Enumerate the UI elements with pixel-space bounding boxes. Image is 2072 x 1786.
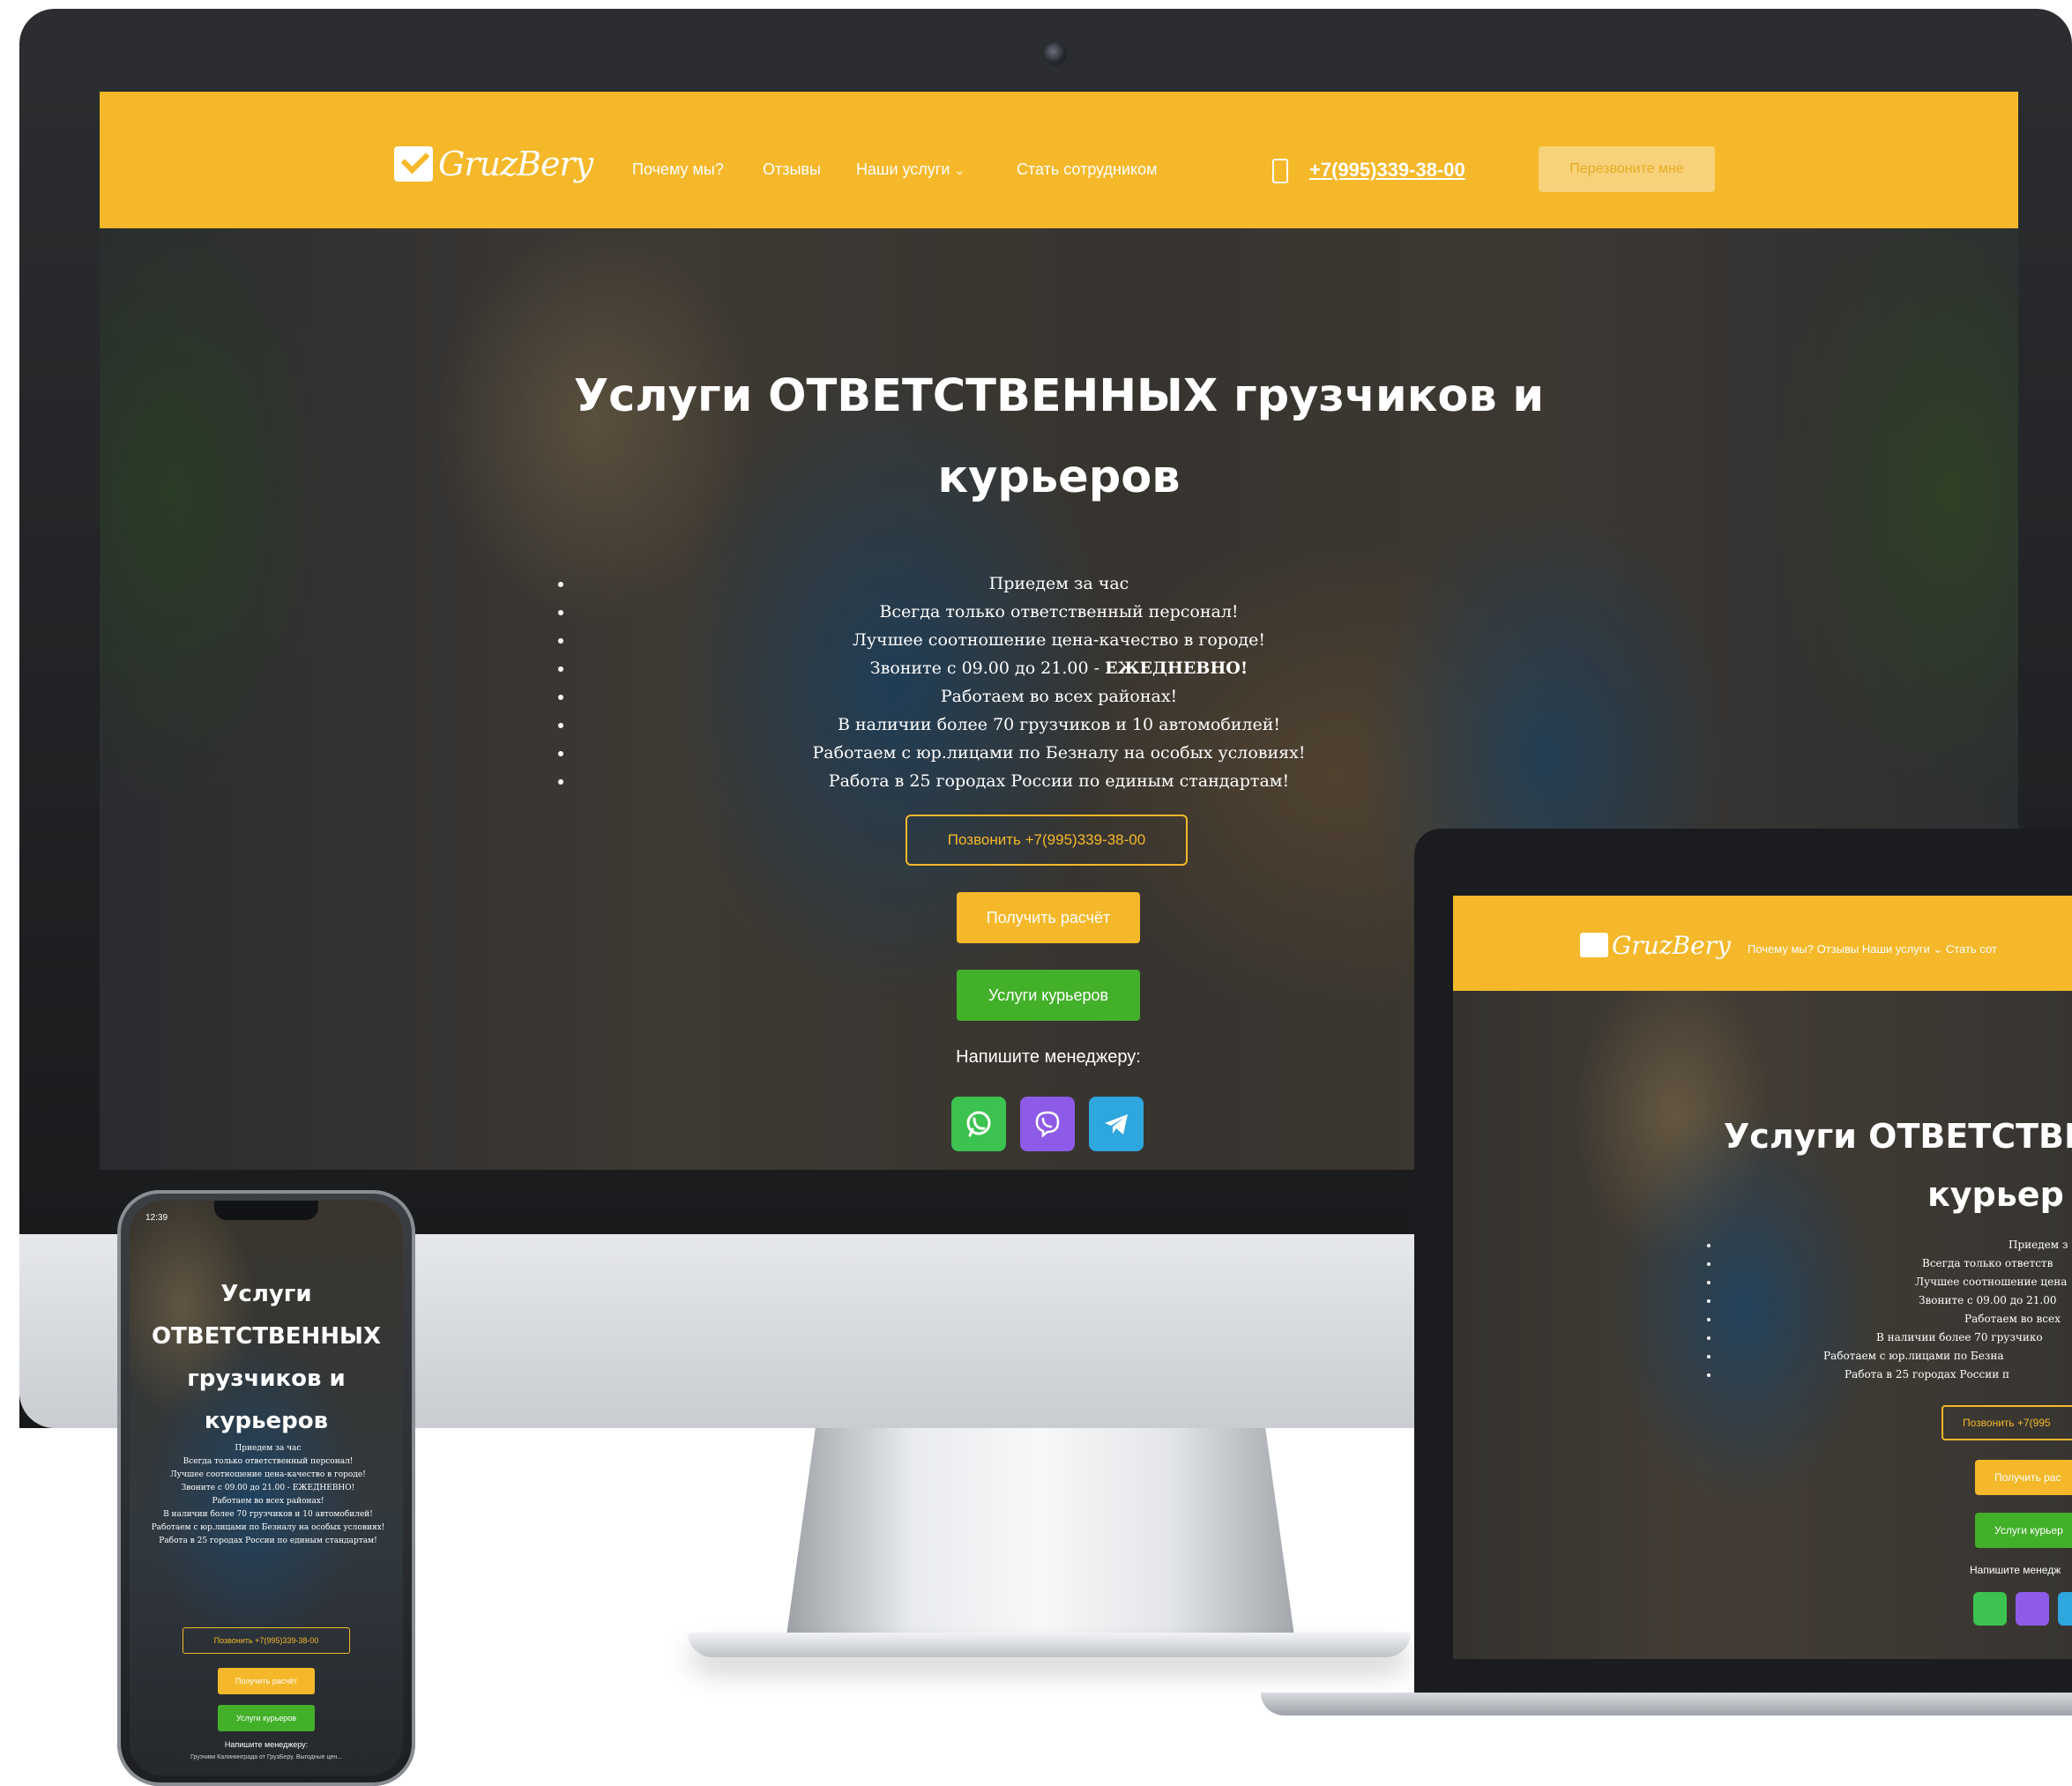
logo[interactable]: GruzBery	[438, 145, 593, 183]
list-item: Лучшее соотношение цена	[1915, 1276, 2068, 1288]
phone-courier-button[interactable]: Услуги курьеров	[218, 1705, 315, 1731]
hero-title: Услуги ОТВЕТСТВЕННЫХ грузчиков и курьеро…	[459, 356, 1658, 518]
nav-link-services-label: Наши услуги	[856, 160, 950, 178]
telegram-icon[interactable]	[2058, 1592, 2072, 1626]
laptop-screen: GruzBery Почему мы? Отзывы Наши услуги ⌄…	[1453, 896, 2072, 1659]
courier-services-button[interactable]: Услуги курьеров	[957, 970, 1140, 1021]
nav-link-why-us[interactable]: Почему мы?	[632, 160, 724, 179]
phone-screen: 12:39 Услуги ОТВЕТСТВЕННЫХ грузчиков и к…	[130, 1201, 403, 1775]
phone-call-button[interactable]: Позвонить +7(995)339-38-00	[183, 1627, 350, 1654]
list-item: Звоните с 09.00 до 21.00 - ЕЖЕДНЕВНО!	[181, 1484, 355, 1492]
list-item: Всегда только ответственный персонал!	[183, 1457, 354, 1466]
phone-link[interactable]: +7(995)339-38-00	[1309, 159, 1465, 182]
bullet-dot	[1707, 1299, 1711, 1303]
list-item: Приедем за час	[558, 569, 1560, 598]
bullet-dot	[1707, 1373, 1711, 1377]
get-quote-button[interactable]: Получить расчёт	[957, 892, 1140, 943]
phone-write-manager-label: Напишите менеджеру:	[224, 1740, 309, 1749]
list-item: Работа в 25 городах России п	[1845, 1368, 2010, 1380]
list-item: В наличии более 70 грузчиков и 10 автомо…	[163, 1510, 373, 1519]
laptop-write-manager-label: Напишите менедж	[1970, 1564, 2061, 1576]
write-manager-label: Напишите менеджеру:	[956, 1047, 1141, 1067]
whatsapp-button[interactable]	[951, 1097, 1006, 1151]
list-item: В наличии более 70 грузчиков и 10 автомо…	[558, 711, 1560, 739]
phone-hero-bullets: Приедем за час Всегда только ответственн…	[142, 1442, 394, 1548]
phone-footer-text: Грузчики Калининграда от ГрузБеру. Выгод…	[190, 1754, 343, 1760]
list-item: Приедем за час	[235, 1444, 302, 1453]
bullet-dot	[1707, 1244, 1711, 1247]
list-item: Работаем во всех	[1964, 1313, 2061, 1325]
nav-link-join[interactable]: Стать сотрудником	[1017, 160, 1158, 179]
list-item: Работа в 25 городах России по единым ста…	[558, 767, 1560, 795]
viber-button[interactable]	[1020, 1097, 1075, 1151]
laptop-hero-bullets: Приедем з Всегда только ответств Лучшее …	[1823, 1236, 2068, 1384]
telegram-icon	[1105, 1114, 1128, 1135]
whatsapp-icon[interactable]	[1973, 1592, 2007, 1626]
hero-bullets: Приедем за час Всегда только ответственн…	[558, 569, 1560, 795]
laptop-logo-check-icon	[1580, 933, 1608, 957]
viber-icon	[1035, 1111, 1060, 1138]
list-item: Работаем с юр.лицами по Безналу на особы…	[558, 739, 1560, 767]
laptop-base	[1261, 1693, 2072, 1715]
list-item: Приедем з	[2009, 1239, 2068, 1251]
viber-icon[interactable]	[2016, 1592, 2049, 1626]
nav-link-reviews[interactable]: Отзывы	[763, 160, 821, 179]
telegram-button[interactable]	[1089, 1097, 1144, 1151]
list-item: Работаем во всех районах!	[558, 682, 1560, 711]
laptop-logo: GruzBery	[1612, 931, 1731, 960]
phone-status-time: 12:39	[145, 1213, 168, 1223]
call-button[interactable]: Позвонить +7(995)339-38-00	[906, 815, 1188, 866]
whatsapp-icon	[966, 1111, 991, 1137]
laptop-navbar: GruzBery Почему мы? Отзывы Наши услуги ⌄…	[1453, 896, 2072, 991]
laptop-call-button[interactable]: Позвонить +7(995	[1942, 1405, 2072, 1440]
hero-title-line1: Услуги ОТВЕТСТВЕННЫХ грузчиков и	[573, 370, 1545, 422]
list-item: Всегда только ответственный персонал!	[558, 598, 1560, 626]
navbar: GruzBery Почему мы? Отзывы Наши услуги ⌄…	[100, 92, 2018, 228]
laptop-hero-title-line2: курьер	[1927, 1175, 2064, 1214]
bullet-dot	[1707, 1355, 1711, 1358]
phone-notch	[214, 1201, 318, 1220]
camera-icon	[1044, 42, 1067, 65]
bullet-dot	[1707, 1262, 1711, 1266]
monitor-stand-base	[688, 1633, 1411, 1657]
monitor-stand	[785, 1428, 1296, 1648]
list-item: Работаем с юр.лицами по Безна	[1823, 1350, 2004, 1362]
list-item: Звоните с 09.00 до 21.00 - ЕЖЕДНЕВНО!	[558, 654, 1560, 682]
list-item: Лучшее соотношение цена-качество в город…	[558, 626, 1560, 654]
phone-icon	[1272, 159, 1288, 183]
bullet-dot	[1707, 1336, 1711, 1340]
list-item-text: Звоните с 09.00 до 21.00 -	[869, 659, 1106, 678]
list-item: Работа в 25 городах России по единым ста…	[159, 1537, 377, 1545]
list-item-bold: ЕЖЕДНЕВНО!	[1105, 659, 1248, 678]
list-item: Звоните с 09.00 до 21.00	[1919, 1294, 2057, 1306]
phone-hero-title: Услуги ОТВЕТСТВЕННЫХ грузчиков и курьеро…	[151, 1281, 382, 1434]
list-item: Работаем во всех районах!	[212, 1497, 324, 1506]
chevron-down-icon: ⌄	[954, 163, 965, 177]
bullet-dot	[1707, 1281, 1711, 1284]
laptop-courier-button[interactable]: Услуги курьер	[1975, 1513, 2072, 1548]
hero-title-line2: курьеров	[937, 451, 1181, 503]
laptop-nav-links: Почему мы? Отзывы Наши услуги ⌄ Стать со…	[1748, 942, 1997, 956]
list-item: Всегда только ответств	[1922, 1257, 2053, 1269]
callback-button[interactable]: Перезвоните мне	[1539, 146, 1715, 192]
list-item: В наличии более 70 грузчико	[1876, 1331, 2043, 1343]
phone-get-quote-button[interactable]: Получить расчёт	[218, 1668, 315, 1694]
nav-link-services[interactable]: Наши услуги ⌄	[856, 160, 965, 179]
laptop-hero-title-line1: Услуги ОТВЕТСТВЕН	[1724, 1117, 2072, 1156]
laptop-get-quote-button[interactable]: Получить рас	[1975, 1460, 2072, 1495]
list-item: Работаем с юр.лицами по Безналу на особы…	[151, 1523, 385, 1532]
bullet-dot	[1707, 1318, 1711, 1321]
list-item: Лучшее соотношение цена-качество в город…	[170, 1470, 366, 1479]
